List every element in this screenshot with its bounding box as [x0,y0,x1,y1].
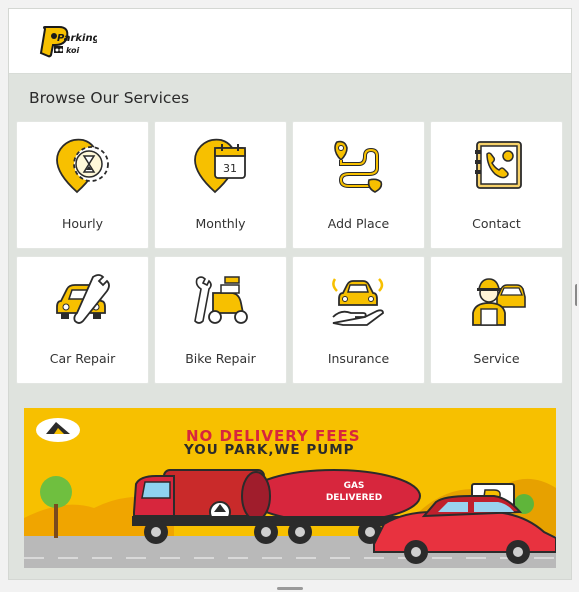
service-label: Monthly [195,216,246,231]
service-label: Contact [472,216,521,231]
service-card-monthly[interactable]: 31 Monthly [154,121,287,249]
top-bar: Parking koi [9,9,571,74]
car-repair-wrench-icon [56,274,110,324]
promo-banner[interactable]: NO DELIVERY FEES YOU PARK,WE PUMP GAS DE… [24,408,556,568]
browse-services-title: Browse Our Services [29,89,190,107]
hourly-pin-hourglass-icon [56,138,109,194]
monthly-pin-calendar-icon: 31 [194,138,246,194]
parkingkoi-logo[interactable]: Parking koi [39,25,97,59]
logo-text-parking: Parking [57,33,97,44]
promo-banner-art: NO DELIVERY FEES YOU PARK,WE PUMP GAS DE… [24,408,556,568]
service-label: Hourly [62,216,103,231]
window-edge-tab[interactable] [575,284,579,306]
service-worker-car-icon [472,278,526,326]
banner-subheadline: YOU PARK,WE PUMP [183,442,355,458]
contact-book-phone-icon [475,141,522,189]
service-label: Add Place [327,216,390,231]
calendar-day-number: 31 [223,162,237,175]
service-card-hourly[interactable]: Hourly [16,121,149,249]
bottom-drag-handle[interactable] [277,587,303,590]
truck-text-gas: GAS [344,481,365,491]
service-card-contact[interactable]: Contact [430,121,563,249]
service-card-add-place[interactable]: Add Place [292,121,425,249]
insurance-hand-car-icon [332,278,384,326]
service-card-bike-repair[interactable]: Bike Repair [154,256,287,384]
service-card-car-repair[interactable]: Car Repair [16,256,149,384]
service-label: Service [473,351,520,366]
truck-text-delivered: DELIVERED [326,493,382,503]
app-window: Parking koi Browse Our Services Hourly 3… [8,8,572,580]
service-label: Bike Repair [185,351,256,366]
service-label: Car Repair [49,351,116,366]
logo-text-koi: koi [66,46,80,55]
service-card-insurance[interactable]: Insurance [292,256,425,384]
bike-repair-scooter-icon [194,276,248,324]
service-label: Insurance [327,351,390,366]
services-grid: Hourly 31 Monthly Add Place Contact Car … [16,121,564,384]
add-place-route-icon [334,140,383,193]
service-card-service[interactable]: Service [430,256,563,384]
